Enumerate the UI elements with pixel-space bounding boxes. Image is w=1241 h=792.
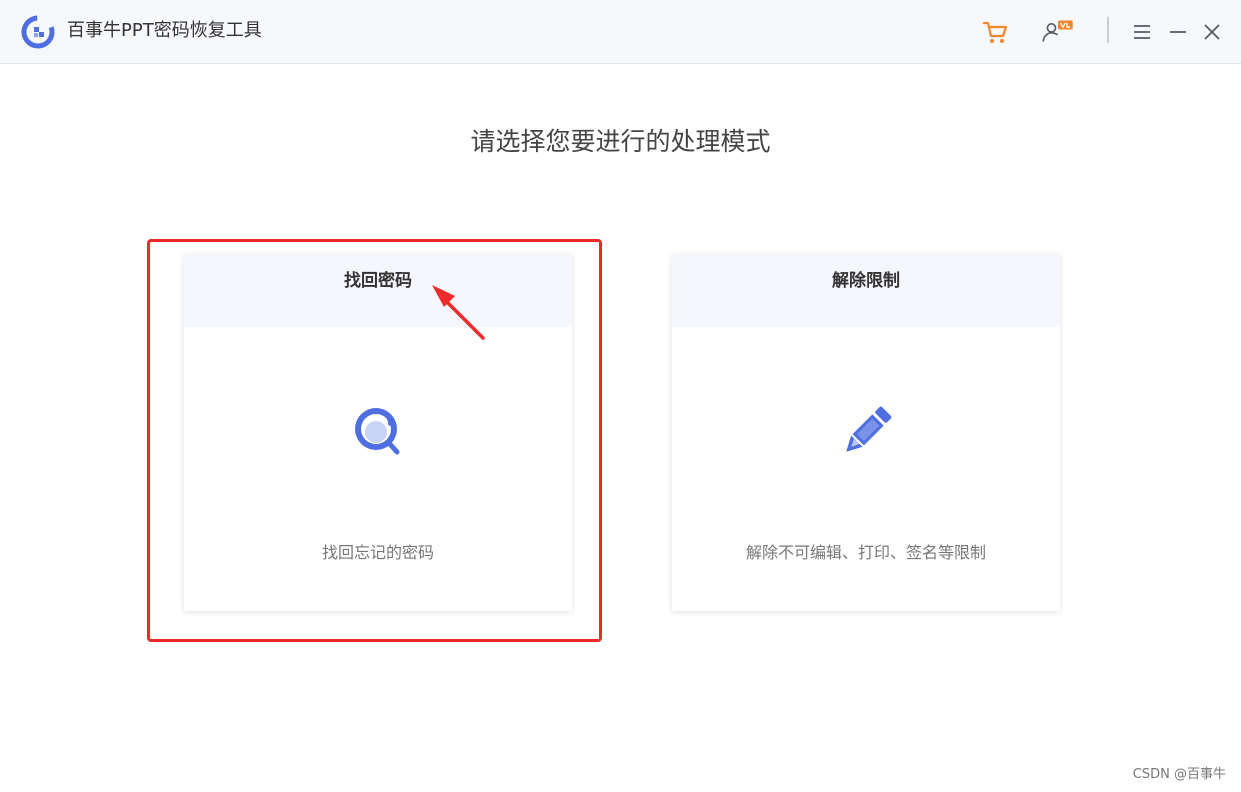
app-window: 百事牛PPT密码恢复工具 请选择您要进行的处理模式 找回密码 找回忘记的密码 解… [0,0,1241,792]
app-title: 百事牛PPT密码恢复工具 [67,20,262,41]
menu-button[interactable] [1125,14,1159,50]
close-icon [1204,24,1220,40]
pencil-icon [846,406,892,452]
close-button[interactable] [1195,14,1229,50]
card-description: 解除不可编辑、打印、签名等限制 [745,543,986,562]
watermark: CSDN @百事牛 [1132,767,1226,782]
page-heading: 请选择您要进行的处理模式 [470,127,771,156]
recover-password-card[interactable]: 找回密码 找回忘记的密码 [184,254,572,611]
remove-restrictions-card[interactable]: 解除限制 解除不可编辑、打印、签名等限制 [672,254,1060,611]
user-vip-icon [1042,20,1073,42]
card-title: 解除限制 [832,271,900,291]
cart-button[interactable] [977,14,1013,50]
menu-icon [1134,25,1150,39]
title-bar: 百事牛PPT密码恢复工具 [0,0,1241,64]
card-title: 找回密码 [344,271,412,291]
card-description: 找回忘记的密码 [321,543,434,562]
magnifier-icon [355,408,400,455]
user-account-button[interactable] [1040,14,1076,50]
minimize-button[interactable] [1161,14,1195,50]
minimize-icon [1170,31,1186,33]
toolbar-divider [1107,17,1109,43]
cart-icon [982,21,1008,43]
logo-icon [21,15,55,49]
